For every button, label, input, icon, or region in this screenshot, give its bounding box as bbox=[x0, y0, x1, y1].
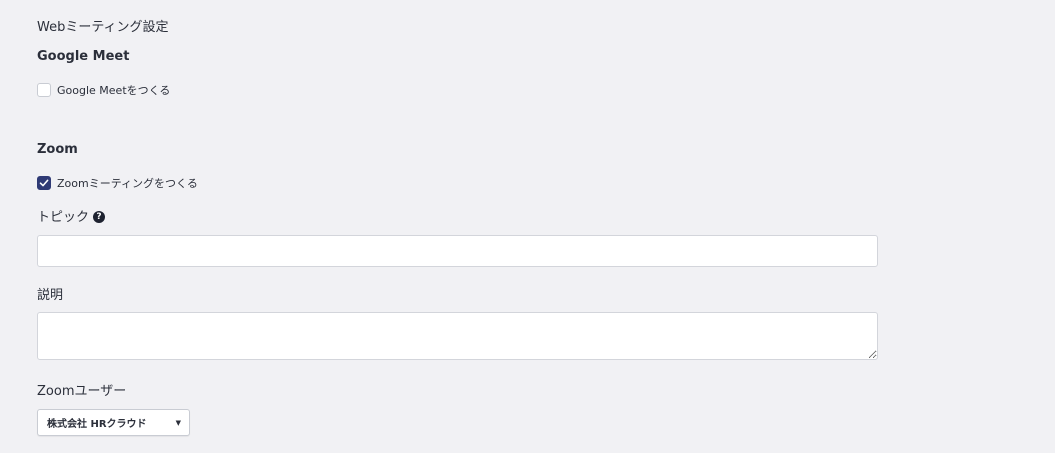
web-meeting-settings-page: Webミーティング設定 Google Meet Google Meetをつくる … bbox=[0, 0, 1055, 453]
zoom-title: Zoom bbox=[37, 142, 78, 157]
caret-down-icon: ▼ bbox=[175, 418, 181, 427]
zoom-user-select-value: 株式会社 HRクラウド bbox=[47, 419, 147, 430]
description-textarea[interactable] bbox=[37, 312, 878, 360]
checkmark-icon bbox=[39, 179, 49, 187]
google-meet-checkbox[interactable] bbox=[37, 83, 51, 97]
topic-label: トピック bbox=[37, 210, 90, 225]
zoom-user-select[interactable]: 株式会社 HRクラウド ▼ bbox=[37, 409, 190, 436]
question-circle-icon[interactable]: ? bbox=[93, 210, 106, 223]
zoom-checkbox-label[interactable]: Zoomミーティングをつくる bbox=[57, 175, 198, 191]
topic-label-row: トピック? bbox=[37, 206, 106, 225]
description-label: 説明 bbox=[37, 288, 64, 303]
zoom-checkbox[interactable] bbox=[37, 176, 51, 190]
web-meeting-section-title: Webミーティング設定 bbox=[37, 20, 169, 35]
google-meet-checkbox-row[interactable]: Google Meetをつくる bbox=[37, 81, 170, 99]
zoom-user-label: Zoomユーザー bbox=[37, 384, 127, 399]
google-meet-title: Google Meet bbox=[37, 49, 130, 64]
topic-input[interactable] bbox=[37, 235, 878, 267]
zoom-checkbox-row[interactable]: Zoomミーティングをつくる bbox=[37, 174, 198, 192]
google-meet-checkbox-label[interactable]: Google Meetをつくる bbox=[57, 82, 170, 98]
